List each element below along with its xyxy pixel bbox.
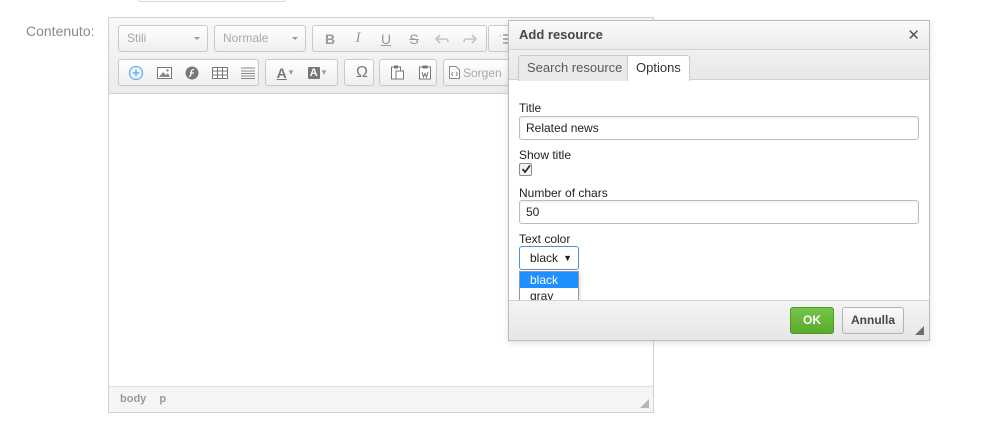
chevron-down-icon — [194, 37, 200, 40]
italic-button[interactable]: I — [344, 28, 372, 50]
text-color-icon: A — [276, 64, 287, 81]
content-field-label: Contenuto: — [26, 23, 95, 39]
format-combo[interactable]: Normale — [214, 25, 306, 52]
paste-text-icon — [390, 65, 404, 80]
ok-button[interactable]: OK — [790, 307, 834, 334]
element-path-body[interactable]: body — [120, 393, 146, 405]
chevron-down-icon: ▾ — [321, 67, 327, 77]
paste-text-button[interactable] — [383, 62, 411, 84]
show-title-checkbox[interactable] — [519, 163, 532, 176]
underline-icon: U — [380, 30, 392, 47]
bold-button[interactable]: B — [316, 28, 344, 50]
title-input[interactable] — [519, 116, 919, 140]
background-color-button[interactable]: A ▾ — [301, 62, 333, 84]
basic-styles-group: B I U S — [312, 25, 487, 52]
omega-icon: Ω — [356, 63, 368, 81]
flash-button[interactable] — [178, 62, 206, 84]
text-color-button[interactable]: A ▾ — [269, 62, 301, 84]
tab-options[interactable]: Options — [627, 55, 690, 81]
strikethrough-icon: S — [409, 30, 419, 47]
table-button[interactable] — [206, 62, 234, 84]
italic-icon: I — [355, 30, 361, 46]
format-combo-label: Normale — [223, 31, 269, 45]
paste-word-button[interactable] — [411, 62, 436, 84]
checkmark-icon — [521, 164, 531, 174]
add-resource-button[interactable] — [122, 62, 150, 84]
styles-combo-label: Stili — [127, 31, 147, 45]
chevron-down-icon — [292, 37, 298, 40]
special-char-group: Ω — [344, 59, 374, 86]
underline-button[interactable]: U — [372, 28, 400, 50]
editor-statusbar: body p — [109, 386, 653, 412]
special-char-button[interactable]: Ω — [348, 62, 373, 84]
close-icon[interactable]: ✕ — [907, 26, 920, 44]
editor-resize-grip[interactable] — [640, 399, 649, 408]
svg-text:1: 1 — [499, 33, 502, 38]
table-icon — [212, 66, 228, 79]
previous-field-box — [138, 0, 286, 2]
styles-combo[interactable]: Stili — [118, 25, 208, 52]
background-color-icon: A — [307, 66, 320, 79]
title-field-label: Title — [519, 101, 542, 115]
dialog-header[interactable]: Add resource ✕ — [509, 21, 929, 50]
add-circle-icon — [128, 65, 144, 80]
flash-icon — [185, 66, 199, 79]
tab-search-resource[interactable]: Search resource — [518, 55, 632, 81]
chars-field-label: Number of chars — [519, 186, 608, 200]
horizontal-rule-button[interactable] — [234, 62, 258, 84]
color-group: A ▾ A ▾ — [265, 59, 338, 86]
source-group: Sorgen — [443, 59, 513, 86]
color-option-black[interactable]: black — [520, 272, 578, 288]
image-icon — [156, 66, 172, 79]
source-icon — [449, 66, 460, 79]
source-button[interactable]: Sorgen — [447, 62, 504, 84]
chevron-down-icon: ▾ — [288, 67, 294, 77]
dialog-footer: OK Annulla — [509, 300, 929, 340]
insert-group — [118, 59, 259, 86]
cancel-button[interactable]: Annulla — [842, 307, 904, 334]
undo-icon — [435, 33, 449, 44]
redo-button[interactable] — [456, 28, 484, 50]
text-color-select[interactable]: black ▼ — [519, 246, 579, 270]
paste-word-icon — [418, 65, 431, 80]
horizontal-rule-icon — [241, 67, 255, 79]
source-button-label: Sorgen — [463, 65, 502, 80]
redo-icon — [463, 33, 477, 44]
strikethrough-button[interactable]: S — [400, 28, 428, 50]
clipboard-group — [379, 59, 437, 86]
text-color-select-value: black — [530, 251, 559, 265]
chars-input[interactable] — [519, 200, 919, 224]
text-color-label: Text color — [519, 232, 571, 246]
undo-button[interactable] — [428, 28, 456, 50]
dialog-resize-grip[interactable] — [915, 326, 924, 335]
bold-icon: B — [324, 30, 336, 47]
show-title-label: Show title — [519, 148, 572, 162]
dialog-title: Add resource — [519, 27, 603, 42]
image-button[interactable] — [150, 62, 178, 84]
element-path-p[interactable]: p — [159, 393, 166, 405]
add-resource-dialog: Add resource ✕ Search resource Options T… — [508, 20, 930, 341]
dropdown-arrow-icon: ▼ — [563, 253, 572, 263]
dialog-tab-strip: Search resource Options — [509, 50, 929, 81]
